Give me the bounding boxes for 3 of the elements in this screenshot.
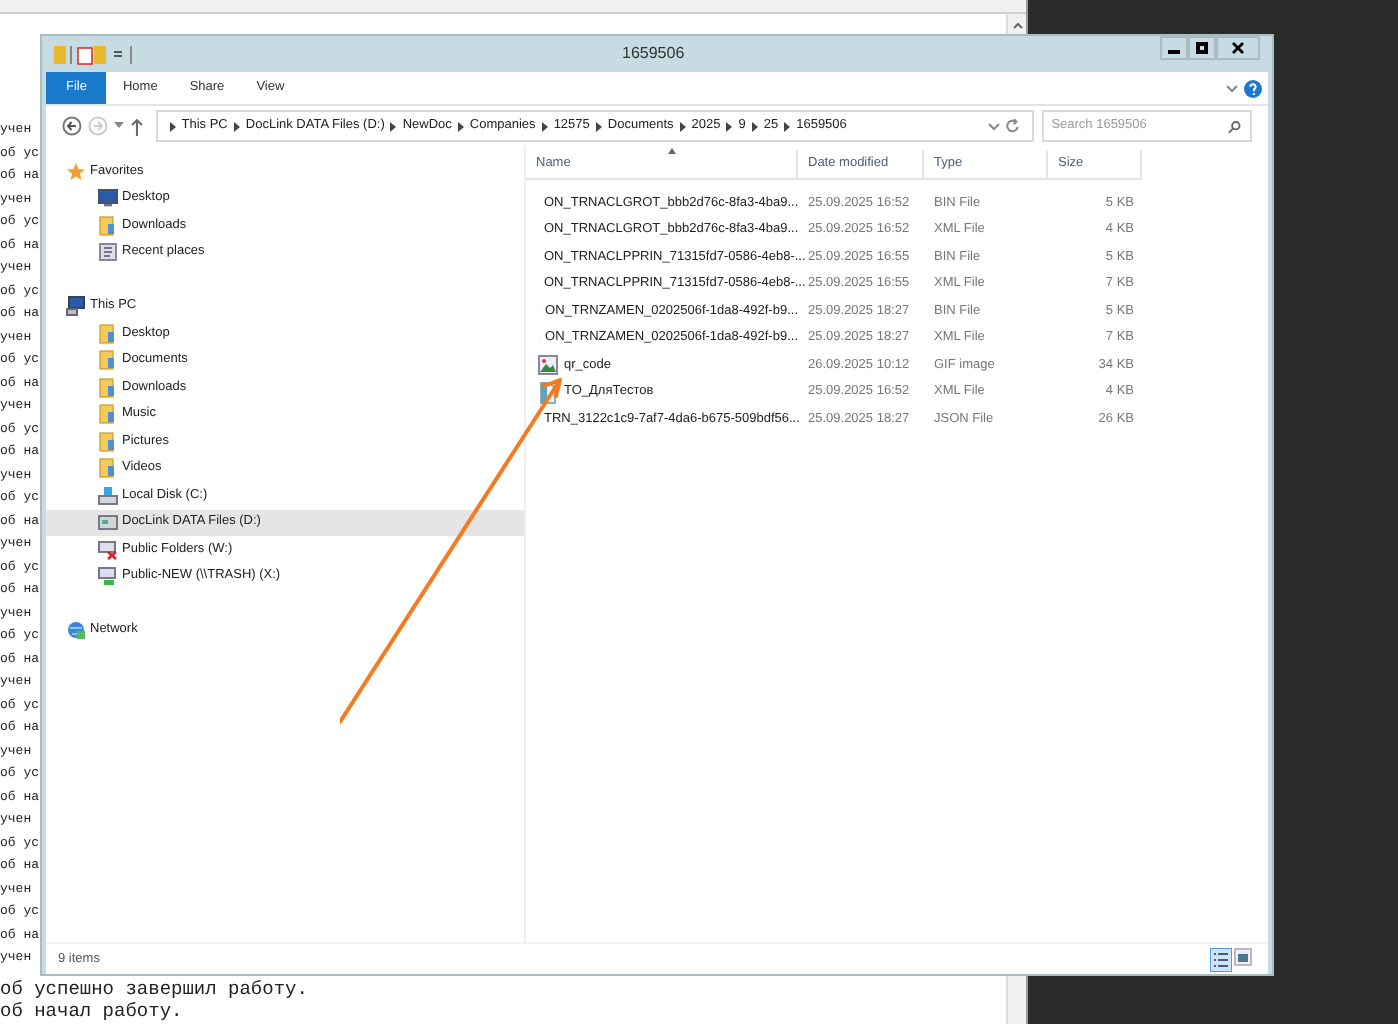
console-line: об начал работу.	[0, 1000, 183, 1023]
console-line: об успешно завершил работу.	[0, 977, 308, 1000]
window-title: 1659506	[622, 42, 685, 66]
